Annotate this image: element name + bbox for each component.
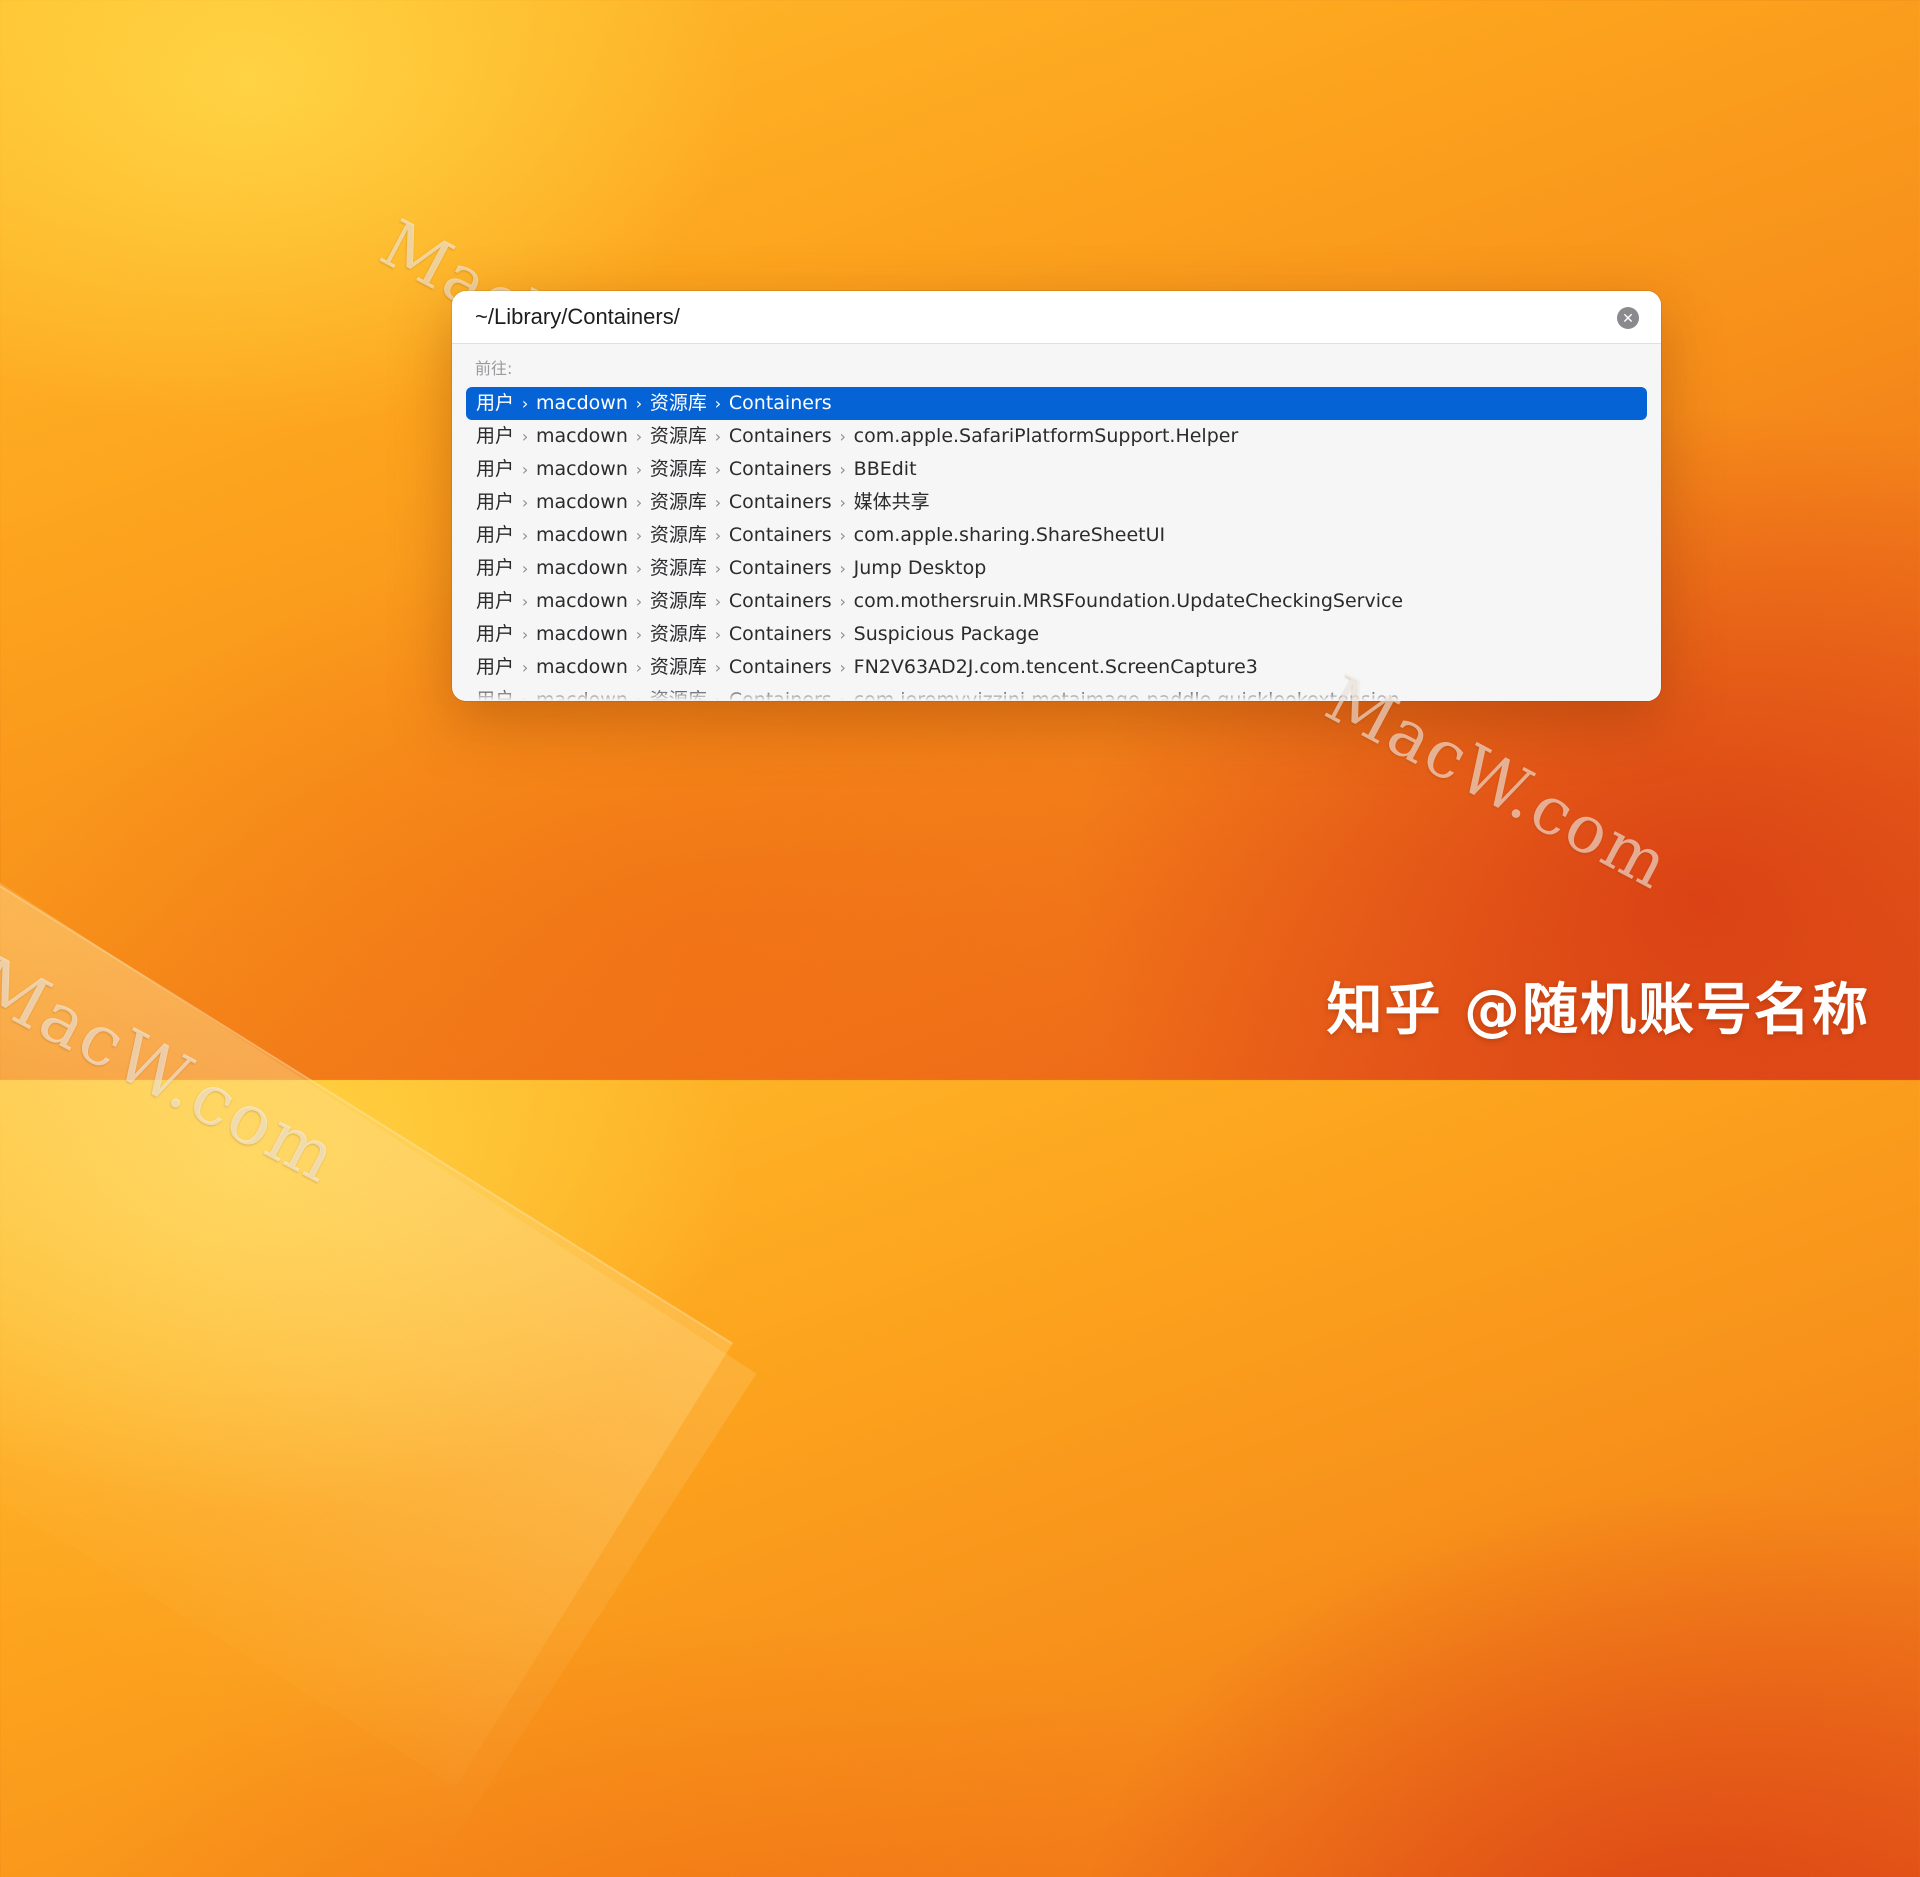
chevron-right-icon: › (521, 460, 529, 479)
list-fade (452, 687, 1661, 701)
chevron-right-icon: › (714, 526, 722, 545)
chevron-right-icon: › (714, 559, 722, 578)
path-segment: macdown (536, 392, 628, 414)
chevron-right-icon: › (635, 592, 643, 611)
path-segment: 用户 (476, 590, 515, 612)
path-segment: 用户 (476, 524, 515, 546)
path-segment: Containers (728, 458, 832, 480)
path-segment: com.mothersruin.MRSFoundation.UpdateChec… (853, 590, 1404, 612)
path-segment: com.apple.SafariPlatformSupport.Helper (853, 425, 1239, 447)
path-segment: 资源库 (649, 557, 707, 579)
path-segment: 用户 (476, 392, 515, 414)
chevron-right-icon: › (521, 625, 529, 644)
path-segment: macdown (536, 491, 628, 513)
chevron-right-icon: › (714, 658, 722, 677)
path-segment: FN2V63AD2J.com.tencent.ScreenCapture3 (853, 656, 1258, 678)
chevron-right-icon: › (521, 493, 529, 512)
path-segment: 资源库 (649, 623, 707, 645)
chevron-right-icon: › (714, 394, 722, 413)
path-segment: macdown (536, 458, 628, 480)
chevron-right-icon: › (521, 427, 529, 446)
path-suggestion-row[interactable]: 用户 › macdown › 资源库 › Containers › 媒体共享 (466, 486, 1647, 519)
path-segment: 资源库 (649, 458, 707, 480)
path-segment: BBEdit (853, 458, 917, 480)
path-segment: macdown (536, 425, 628, 447)
chevron-right-icon: › (839, 526, 846, 545)
chevron-right-icon: › (839, 493, 846, 512)
goto-label: 前往: (475, 359, 513, 378)
path-segment: 用户 (476, 623, 515, 645)
chevron-right-icon: › (714, 625, 722, 644)
path-segment: Containers (728, 425, 832, 447)
chevron-right-icon: › (521, 394, 529, 413)
path-segment: Containers (728, 557, 832, 579)
path-segment: 媒体共享 (853, 491, 930, 513)
path-segment: Containers (728, 491, 832, 513)
chevron-right-icon: › (635, 460, 643, 479)
chevron-right-icon: › (714, 460, 722, 479)
path-segment: Containers (728, 392, 832, 414)
chevron-right-icon: › (714, 592, 722, 611)
path-segment: Containers (728, 623, 832, 645)
path-segment: macdown (536, 557, 628, 579)
path-segment: macdown (536, 623, 628, 645)
path-segment: 资源库 (649, 491, 707, 513)
path-segment: 资源库 (649, 656, 707, 678)
path-segment: Jump Desktop (853, 557, 987, 579)
chevron-right-icon: › (521, 559, 529, 578)
path-segment: Containers (728, 590, 832, 612)
path-segment: 用户 (476, 425, 515, 447)
chevron-right-icon: › (521, 592, 529, 611)
path-suggestion-row[interactable]: 用户 › macdown › 资源库 › Containers › Suspicious Pac… (466, 618, 1647, 651)
path-segment: 资源库 (649, 524, 707, 546)
chevron-right-icon: › (635, 625, 643, 644)
path-segment: macdown (536, 590, 628, 612)
chevron-right-icon: › (839, 559, 846, 578)
path-suggestion-row[interactable]: 用户 › macdown › 资源库 › Containers › com.apple.Safa… (466, 420, 1647, 453)
path-segment: 资源库 (649, 425, 707, 447)
chevron-right-icon: › (839, 658, 846, 677)
path-segment: 资源库 (649, 392, 707, 414)
path-suggestion-row[interactable]: 用户 › macdown › 资源库 › Containers (466, 387, 1647, 420)
path-segment: 用户 (476, 557, 515, 579)
chevron-right-icon: › (839, 427, 846, 446)
path-segment: Suspicious Package (853, 623, 1040, 645)
chevron-right-icon: › (521, 658, 529, 677)
close-circle-icon[interactable]: ✕ (1617, 307, 1639, 329)
chevron-right-icon: › (714, 493, 722, 512)
chevron-right-icon: › (839, 625, 846, 644)
chevron-right-icon: › (839, 592, 846, 611)
path-suggestion-row[interactable]: 用户 › macdown › 资源库 › Containers › com.mothersrui… (466, 585, 1647, 618)
chevron-right-icon: › (635, 427, 643, 446)
path-suggestion-row[interactable]: 用户 › macdown › 资源库 › Containers › com.apple.shar… (466, 519, 1647, 552)
path-segment: macdown (536, 524, 628, 546)
chevron-right-icon: › (635, 394, 643, 413)
path-segment: 用户 (476, 458, 515, 480)
go-to-folder-dialog: ✕ 前往: 用户 › macdown › 资源库 › Containers 用户 › macdow… (452, 291, 1661, 701)
path-suggestion-row[interactable]: 用户 › macdown › 资源库 › Containers › FN2V63AD2J.com… (466, 651, 1647, 684)
path-suggestion-list: 用户 › macdown › 资源库 › Containers 用户 › macdown › 资源库 ›… (466, 387, 1647, 701)
chevron-right-icon: › (635, 559, 643, 578)
chevron-right-icon: › (635, 526, 643, 545)
chevron-right-icon: › (635, 658, 643, 677)
path-field-row: ✕ (452, 291, 1661, 344)
path-segment: 资源库 (649, 590, 707, 612)
path-segment: Containers (728, 524, 832, 546)
path-segment: com.apple.sharing.ShareSheetUI (853, 524, 1166, 546)
credit-text: 知乎 @随机账号名称 (1326, 978, 1870, 1043)
chevron-right-icon: › (714, 427, 722, 446)
path-suggestion-row[interactable]: 用户 › macdown › 资源库 › Containers › BBEdit (466, 453, 1647, 486)
path-segment: macdown (536, 656, 628, 678)
chevron-right-icon: › (635, 493, 643, 512)
chevron-right-icon: › (521, 526, 529, 545)
path-input[interactable] (475, 291, 1575, 343)
path-segment: 用户 (476, 656, 515, 678)
path-segment: 用户 (476, 491, 515, 513)
chevron-right-icon: › (839, 460, 846, 479)
path-suggestion-row[interactable]: 用户 › macdown › 资源库 › Containers › Jump Desktop (466, 552, 1647, 585)
path-segment: Containers (728, 656, 832, 678)
